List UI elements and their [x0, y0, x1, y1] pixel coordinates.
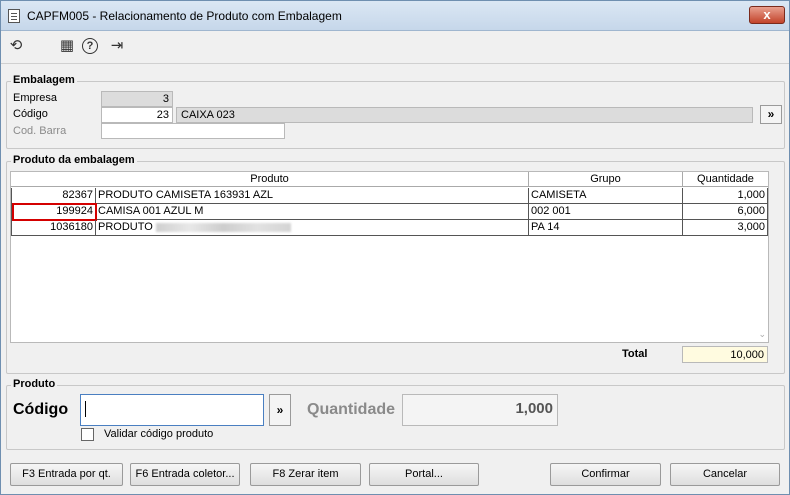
- table-row[interactable]: 82367 PRODUTO CAMISETA 163931 AZL CAMISE…: [11, 188, 768, 204]
- embalagem-lookup-button[interactable]: »: [760, 105, 782, 124]
- row-grupo: 002 001: [529, 204, 683, 220]
- produtos-table[interactable]: Produto Grupo Quantidade 82367 PRODUTO C…: [10, 171, 769, 343]
- table-header: Produto Grupo Quantidade: [11, 172, 768, 187]
- row-quantidade: 1,000: [683, 188, 768, 204]
- produto-codigo-label: Código: [13, 401, 69, 418]
- quantidade-label: Quantidade: [307, 401, 396, 418]
- main-window: CAPFM005 - Relacionamento de Produto com…: [0, 0, 790, 495]
- cod-barra-label: Cod. Barra: [13, 125, 67, 137]
- row-codigo: 1036180: [11, 220, 96, 236]
- window-title: CAPFM005 - Relacionamento de Produto com…: [27, 9, 342, 23]
- produto-legend: Produto: [11, 378, 58, 390]
- help-icon[interactable]: ?: [82, 38, 98, 54]
- codigo-description: CAIXA 023: [176, 107, 753, 123]
- produto-lookup-button[interactable]: »: [269, 394, 291, 426]
- text-cursor: [85, 401, 86, 418]
- highlight-annotation: [12, 203, 97, 221]
- quantidade-field: 1,000: [402, 394, 558, 426]
- f6-entrada-coletor-button[interactable]: F6 Entrada coletor...: [130, 463, 240, 486]
- table-row[interactable]: 199924 CAMISA 001 AZUL M 002 001 6,000: [11, 203, 768, 221]
- row-quantidade: 6,000: [683, 204, 768, 220]
- empresa-field: 3: [101, 91, 173, 107]
- validar-codigo-checkbox[interactable]: [81, 428, 94, 441]
- row-produto-cell: PRODUTO: [96, 220, 529, 236]
- produto-codigo-input[interactable]: [80, 394, 264, 426]
- document-icon: [8, 9, 20, 23]
- title-bar: CAPFM005 - Relacionamento de Produto com…: [1, 1, 789, 31]
- f3-entrada-button[interactable]: F3 Entrada por qt.: [10, 463, 123, 486]
- codigo-label: Código: [13, 108, 48, 120]
- produto-embalagem-legend: Produto da embalagem: [11, 154, 137, 166]
- refresh-icon[interactable]: ⟲: [6, 36, 26, 56]
- toolbar: ⟲ ▦ ? ⇥: [1, 32, 789, 62]
- total-field: 10,000: [682, 346, 768, 363]
- cancelar-button[interactable]: Cancelar: [670, 463, 780, 486]
- empresa-label: Empresa: [13, 92, 58, 104]
- row-quantidade: 3,000: [683, 220, 768, 236]
- scroll-down-icon[interactable]: ⌄: [758, 329, 766, 340]
- redacted-text: [155, 222, 291, 232]
- exit-icon[interactable]: ⇥: [107, 36, 127, 56]
- validar-codigo-label[interactable]: Validar código produto: [104, 428, 213, 440]
- codigo-field[interactable]: 23: [101, 107, 173, 123]
- row-produto: CAMISA 001 AZUL M: [96, 204, 529, 220]
- row-grupo: CAMISETA: [529, 188, 683, 204]
- row-grupo: PA 14: [529, 220, 683, 236]
- toolbar-divider: [1, 63, 789, 64]
- calendar-icon[interactable]: ▦: [57, 36, 77, 56]
- column-header-grupo[interactable]: Grupo: [529, 172, 683, 187]
- row-codigo: 82367: [11, 188, 96, 204]
- row-produto: PRODUTO CAMISETA 163931 AZL: [96, 188, 529, 204]
- f8-zerar-item-button[interactable]: F8 Zerar item: [250, 463, 361, 486]
- table-row[interactable]: 1036180 PRODUTO PA 14 3,000: [11, 220, 768, 236]
- embalagem-legend: Embalagem: [11, 74, 77, 86]
- close-button[interactable]: x: [749, 6, 785, 24]
- cod-barra-field[interactable]: [101, 123, 285, 139]
- portal-button[interactable]: Portal...: [369, 463, 479, 486]
- row-produto: PRODUTO: [98, 221, 153, 233]
- column-header-produto[interactable]: Produto: [11, 172, 529, 187]
- total-label: Total: [622, 348, 648, 360]
- column-header-quantidade[interactable]: Quantidade: [683, 172, 768, 187]
- confirmar-button[interactable]: Confirmar: [550, 463, 661, 486]
